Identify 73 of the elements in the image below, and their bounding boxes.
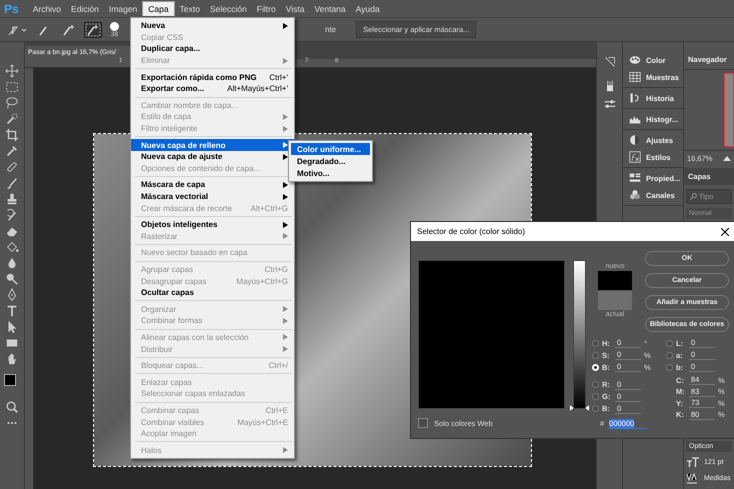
search-icon [690,193,697,200]
new-color-swatch [598,271,632,290]
radio-button[interactable] [666,364,673,371]
menu-item[interactable]: Exportar como... Alt+Mayús+Ctrl+' [131,82,294,95]
submenu-arrow-icon [283,58,288,64]
menu-item[interactable]: Degradado... [291,155,370,167]
dodge-icon[interactable] [5,272,19,286]
radio-button[interactable] [592,381,599,388]
bucket-icon[interactable] [5,240,19,254]
history-icon [629,92,641,104]
eyedropper-icon[interactable] [5,144,19,158]
radio-button[interactable] [666,340,673,347]
crop-icon[interactable] [5,128,19,142]
menu-bar-item[interactable]: Ayuda [350,2,385,16]
kerning-icon [686,473,700,484]
history-brush-icon[interactable] [5,208,19,222]
app-logo: Ps [4,2,19,16]
checkbox[interactable] [418,418,428,428]
sliders-icon[interactable] [604,98,616,110]
menu-bar-item[interactable]: Texto [174,2,205,16]
color-field[interactable] [418,260,565,409]
menu-item[interactable]: Máscara de capa [131,179,294,191]
menu-item[interactable]: Ocultar capas [131,286,294,298]
menu-item[interactable]: Exportación rápida como PNG Ctrl+' [131,71,294,83]
current-color-swatch[interactable] [598,291,632,310]
menu-bar-item[interactable]: Capa [142,1,175,16]
radio-button[interactable] [592,352,599,359]
fx-icon [629,151,641,163]
radio-button[interactable] [592,405,599,412]
submenu-arrow-icon [283,22,288,29]
submenu-arrow-icon [283,447,288,454]
dialog-title: Selector de color (color sólido) [417,227,526,236]
menu-item[interactable]: Motivo... [291,167,370,179]
zoom-out-icon[interactable] [723,156,731,161]
menu-bar-item[interactable]: Imagen [104,2,142,16]
radio-button[interactable] [666,352,673,359]
menu-bar-item[interactable]: Vista [280,2,310,16]
move-icon[interactable] [5,64,19,78]
menu-bar-item[interactable]: Archivo [28,2,66,16]
palette-icon [629,54,641,66]
option-label: nte [325,25,336,34]
menu-item[interactable]: Color uniforme... [291,143,370,155]
brush-icon[interactable] [5,176,19,190]
marquee-icon[interactable] [5,80,19,94]
menu-bar-item[interactable]: Ventana [309,2,351,16]
circles-icon [629,189,641,201]
font-size-icon [686,457,700,468]
menu-item[interactable]: Máscara vectorial [131,190,294,202]
navigator-thumbnail[interactable] [724,73,734,147]
menu-item[interactable]: Nueva [131,20,294,32]
close-icon[interactable] [721,228,729,236]
histogram-icon [629,113,641,125]
brush-tip-icon[interactable] [110,22,119,30]
half-circle-icon [629,134,641,146]
quick-select-icon[interactable] [5,112,19,126]
brush-mode-icon[interactable] [84,22,102,38]
menu-item[interactable]: Objetos inteligentes [131,218,294,230]
bandage-icon[interactable] [5,160,19,174]
zoom-icon[interactable] [5,400,19,414]
menu-bar-item[interactable]: Selección [204,2,252,16]
lasso-icon[interactable] [5,96,19,110]
radio-button[interactable] [592,340,599,347]
sliders-icon [629,172,641,184]
radio-button[interactable] [592,393,599,400]
stamp-icon[interactable] [5,192,19,206]
grid-icon [629,71,641,83]
brightness-slider[interactable] [573,260,586,409]
pen-icon[interactable] [5,288,19,302]
menu-bar-item[interactable]: Filtro [252,2,281,16]
brushes-icon[interactable] [604,56,616,68]
menu-bar-item[interactable]: Edición [66,2,104,16]
menu-item[interactable]: Nueva capa de relleno [131,139,294,151]
type-tool-icon[interactable] [5,304,19,318]
